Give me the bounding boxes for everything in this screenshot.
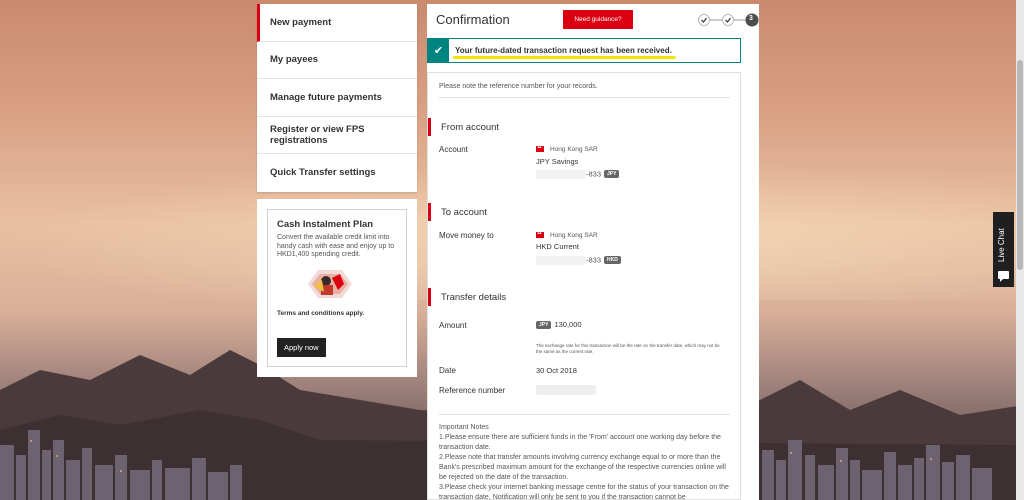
step-1-complete-icon (698, 14, 710, 26)
date-value: 30 Oct 2018 (536, 366, 577, 375)
currency-badge: JPY (604, 170, 620, 179)
confirmation-panel: Confirmation Need guidance? 3 ✔ Your fut… (427, 4, 759, 500)
success-message: Your future-dated transaction request ha… (453, 45, 676, 59)
exchange-rate-note: The exchange rate for this transaction w… (536, 343, 720, 354)
promo-description: Convert the available credit limit into … (277, 234, 395, 258)
amount-value: JPY 130,000 (536, 320, 582, 330)
reference-number-label: Reference number (439, 386, 506, 395)
masked-account-number (536, 255, 586, 265)
amount-label: Amount (439, 321, 467, 330)
date-label: Date (439, 366, 456, 375)
current-step-number: 3 (749, 15, 753, 22)
scrollbar-thumb[interactable] (1017, 60, 1023, 270)
page-scrollbar[interactable] (1016, 0, 1024, 500)
nav-item-fps-registrations[interactable]: Register or view FPS registrations (257, 117, 417, 154)
step-2-complete-icon (722, 14, 734, 26)
from-account-heading: From account (428, 118, 499, 136)
promo-terms: Terms and conditions apply. (277, 310, 365, 317)
reference-note: Please note the reference number for you… (439, 83, 598, 90)
currency-badge: HKD (604, 256, 621, 265)
important-notes: Important Notes 1.Please ensure there ar… (439, 423, 729, 500)
promo-title: Cash Instalment Plan (277, 219, 374, 230)
nav-item-label: Quick Transfer settings (270, 167, 376, 179)
account-label: Account (439, 145, 468, 154)
payment-sidebar-nav: New payment My payees Manage future paym… (257, 4, 417, 192)
reference-number-value (536, 385, 596, 397)
live-chat-button[interactable]: Live Chat (993, 212, 1014, 287)
divider (439, 97, 730, 98)
promo-card: Cash Instalment Plan Convert the availab… (257, 199, 417, 377)
page-title: Confirmation (436, 12, 510, 27)
to-account-number: -833 HKD (536, 255, 621, 265)
important-notes-heading: Important Notes (439, 424, 489, 431)
to-account-heading: To account (428, 203, 487, 221)
important-note-2: 2.Please note that transfer amounts invo… (439, 454, 726, 481)
important-note-1: 1.Please ensure there are sufficient fun… (439, 434, 721, 451)
important-note-3: 3.Please check your internet banking mes… (439, 484, 729, 500)
nav-item-quick-transfer-settings[interactable]: Quick Transfer settings (257, 154, 417, 192)
title-row: Confirmation Need guidance? 3 (436, 4, 759, 36)
move-money-to-label: Move money to (439, 231, 494, 240)
masked-account-number (536, 169, 586, 179)
live-chat-label: Live Chat (997, 228, 1006, 262)
apply-now-button[interactable]: Apply now (277, 338, 326, 357)
from-account-number: -833 JPY (536, 169, 620, 179)
success-banner: ✔ Your future-dated transaction request … (427, 38, 741, 63)
nav-item-manage-future-payments[interactable]: Manage future payments (257, 79, 417, 117)
divider (439, 414, 730, 415)
promo-card-inner: Cash Instalment Plan Convert the availab… (267, 209, 407, 367)
nav-item-my-payees[interactable]: My payees (257, 42, 417, 79)
nav-item-label: New payment (270, 16, 332, 28)
from-account-region: Hong Kong SAR (536, 143, 598, 153)
to-account-region: Hong Kong SAR (536, 229, 598, 239)
need-guidance-button[interactable]: Need guidance? (563, 10, 633, 29)
nav-item-label: Manage future payments (270, 91, 382, 103)
currency-badge: JPY (536, 321, 552, 330)
chat-bubble-icon (998, 271, 1009, 282)
hong-kong-flag-icon (536, 229, 544, 239)
to-account-name: HKD Current (536, 242, 579, 251)
transfer-details-heading: Transfer details (428, 288, 506, 306)
transaction-details-box: Please note the reference number for you… (427, 72, 741, 500)
from-account-name: JPY Savings (536, 157, 579, 166)
promo-illustration (308, 270, 352, 298)
check-icon: ✔ (428, 39, 449, 62)
nav-item-label: Register or view FPS registrations (270, 123, 365, 146)
hong-kong-flag-icon (536, 143, 544, 153)
masked-reference-number (536, 385, 596, 395)
nav-item-label: My payees (270, 54, 319, 66)
nav-item-new-payment[interactable]: New payment (257, 4, 417, 42)
